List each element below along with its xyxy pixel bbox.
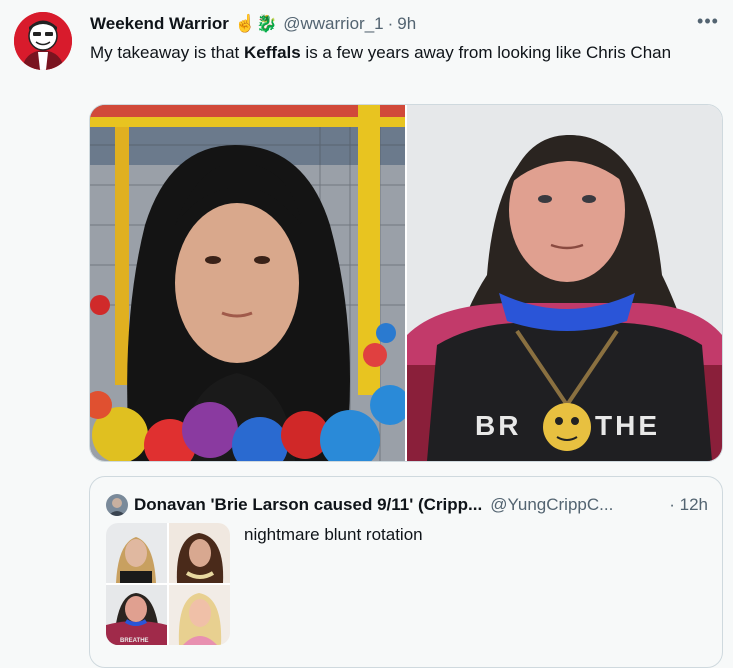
quote-avatar[interactable] xyxy=(106,494,128,516)
timestamp[interactable]: 9h xyxy=(397,14,416,34)
tweet-text-part: is a few years away from looking like Ch… xyxy=(300,43,672,62)
avatar[interactable] xyxy=(14,12,72,70)
media-image-left[interactable] xyxy=(90,105,407,461)
media-image-right[interactable]: BR THE xyxy=(407,105,722,461)
quote-image-1[interactable] xyxy=(106,523,167,583)
tweet-text-bold: Keffals xyxy=(244,43,301,62)
separator-dot: · xyxy=(669,495,675,514)
quote-display-name[interactable]: Donavan 'Brie Larson caused 9/11' (Cripp… xyxy=(134,495,482,515)
quote-image-4[interactable] xyxy=(169,585,230,645)
quote-timestamp[interactable]: 12h xyxy=(680,495,708,514)
tweet-header: Weekend Warrior ☝️🐉 @wwarrior_1 · 9h xyxy=(90,13,713,35)
shirt-text-right: THE xyxy=(595,410,660,441)
name-emoji: ☝️🐉 xyxy=(234,14,278,33)
quote-media-grid[interactable]: BREATHE xyxy=(106,523,230,645)
handle[interactable]: @wwarrior_1 xyxy=(283,14,383,34)
display-name[interactable]: Weekend Warrior xyxy=(90,14,229,34)
quote-text: nightmare blunt rotation xyxy=(244,525,423,544)
quote-shirt-text: BREATHE xyxy=(120,638,149,644)
media-gallery[interactable]: BR THE xyxy=(89,104,723,462)
tweet-text: My takeaway is that Keffals is a few yea… xyxy=(90,41,700,64)
quote-image-2[interactable] xyxy=(169,523,230,583)
quote-image-3[interactable]: BREATHE xyxy=(106,585,167,645)
quote-time-wrap: · 12h xyxy=(669,495,708,515)
more-options-icon[interactable]: ••• xyxy=(697,10,719,32)
tweet[interactable]: Weekend Warrior ☝️🐉 @wwarrior_1 · 9h •••… xyxy=(0,0,733,668)
separator-dot: · xyxy=(387,14,394,33)
quote-handle[interactable]: @YungCrippC... xyxy=(490,495,613,515)
quote-tweet[interactable]: Donavan 'Brie Larson caused 9/11' (Cripp… xyxy=(89,476,723,668)
quote-header: Donavan 'Brie Larson caused 9/11' (Cripp… xyxy=(106,494,708,516)
shirt-text-left: BR xyxy=(475,410,521,441)
tweet-text-part: My takeaway is that xyxy=(90,43,245,62)
